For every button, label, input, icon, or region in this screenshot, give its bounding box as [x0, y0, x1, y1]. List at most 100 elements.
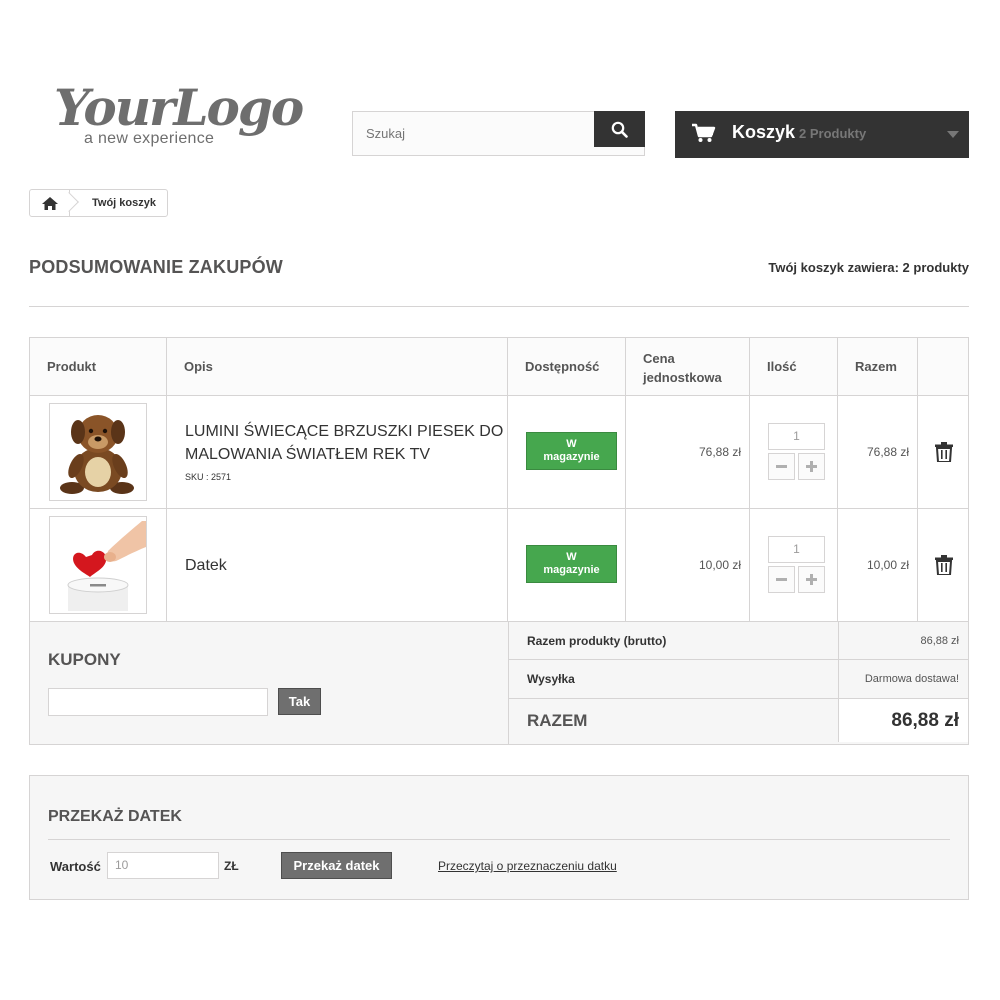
- totals-shipping-row: Wysyłka Darmowa dostawa!: [509, 660, 968, 699]
- in-stock-line2: magazynie: [543, 451, 600, 463]
- product-name-link[interactable]: Datek: [185, 554, 227, 577]
- product-cell: [30, 509, 167, 621]
- in-stock-badge: W magazynie: [526, 432, 617, 470]
- description-cell: Datek: [167, 509, 508, 621]
- totals-grand-label: RAZEM: [509, 699, 839, 742]
- trash-icon[interactable]: [935, 555, 953, 575]
- header-total: Razem: [838, 338, 918, 395]
- page-title: PODSUMOWANIE ZAKUPÓW: [29, 257, 283, 277]
- minus-icon: [776, 465, 787, 468]
- donation-image: [67, 521, 146, 611]
- product-name-link[interactable]: LUMINI ŚWIECĄCE BRZUSZKI PIESEK DO MALOW…: [185, 420, 503, 466]
- donate-button[interactable]: Przekaż datek: [281, 852, 392, 879]
- donation-title: PRZEKAŻ DATEK: [48, 808, 182, 825]
- breadcrumb-current: Twój koszyk: [92, 197, 156, 209]
- totals-grand-row: RAZEM 86,88 zł: [509, 699, 968, 742]
- unit-price-cell: 76,88 zł: [626, 396, 750, 508]
- shopping-cart-icon: [692, 123, 716, 142]
- product-image-donation[interactable]: [49, 516, 147, 614]
- search-icon: [611, 121, 628, 138]
- totals-products-value: 86,88 zł: [920, 634, 959, 647]
- in-stock-badge: W magazynie: [526, 545, 617, 583]
- totals-section: Razem produkty (brutto) 86,88 zł Wysyłka…: [509, 622, 968, 744]
- totals-shipping-value: Darmowa dostawa!: [864, 673, 959, 685]
- cart-footer-row: KUPONY Tak Razem produkty (brutto) 86,88…: [30, 622, 968, 744]
- donation-currency: ZŁ: [224, 859, 239, 873]
- total-cell: 76,88 zł: [838, 396, 918, 508]
- search-input[interactable]: [353, 112, 596, 155]
- donation-divider: [48, 839, 950, 840]
- plus-icon: [806, 461, 817, 472]
- donation-value-label: Wartość: [50, 859, 101, 874]
- quantity-increase-button[interactable]: [798, 453, 825, 480]
- donation-amount-input[interactable]: 10: [107, 852, 219, 879]
- header-quantity: Ilość: [750, 338, 838, 395]
- trash-icon[interactable]: [935, 442, 953, 462]
- product-name-line2: MALOWANIA ŚWIATŁEM REK TV: [185, 446, 431, 463]
- totals-products-label: Razem produkty (brutto): [509, 622, 839, 659]
- plush-dog-image: [60, 415, 134, 494]
- product-name-line1: LUMINI ŚWIECĄCE BRZUSZKI PIESEK DO: [185, 423, 504, 440]
- coupon-title: KUPONY: [48, 650, 121, 669]
- breadcrumb-home[interactable]: [30, 190, 79, 216]
- minus-icon: [776, 578, 787, 581]
- actions-cell: [918, 396, 968, 508]
- table-header-row: Produkt Opis Dostępność Cena jednostkowa…: [30, 338, 968, 396]
- description-cell: LUMINI ŚWIECĄCE BRZUSZKI PIESEK DO MALOW…: [167, 396, 508, 508]
- totals-grand-value: 86,88 zł: [839, 699, 968, 742]
- quantity-input[interactable]: 1: [768, 423, 825, 450]
- header-actions: [918, 338, 968, 395]
- in-stock-line2: magazynie: [543, 564, 600, 576]
- header-availability: Dostępność: [508, 338, 626, 395]
- availability-cell: W magazynie: [508, 396, 626, 508]
- search-button[interactable]: [594, 111, 645, 147]
- header-unit-price: Cena jednostkowa: [626, 338, 750, 395]
- heading-divider: [29, 306, 969, 307]
- totals-shipping-label: Wysyłka: [509, 660, 839, 698]
- quantity-cell: 1: [750, 509, 838, 621]
- line-total: 76,88 zł: [866, 445, 909, 459]
- cart-count: 2 Produkty: [799, 126, 867, 141]
- totals-products-row: Razem produkty (brutto) 86,88 zł: [509, 622, 968, 660]
- product-cell: [30, 396, 167, 508]
- coupon-code-input[interactable]: [48, 688, 268, 716]
- cart-summary-text: Twój koszyk zawiera: 2 produkty: [768, 260, 969, 275]
- header-product: Produkt: [30, 338, 167, 395]
- quantity-cell: 1: [750, 396, 838, 508]
- total-cell: 10,00 zł: [838, 509, 918, 621]
- product-image-plush-dog[interactable]: [49, 403, 147, 501]
- cart-title: Koszyk: [732, 122, 796, 142]
- unit-price-cell: 10,00 zł: [626, 509, 750, 621]
- logo-text: YourLogo: [54, 78, 304, 137]
- in-stock-line1: W: [566, 551, 577, 563]
- donation-info-link[interactable]: Przeczytaj o przeznaczeniu datku: [438, 859, 617, 873]
- quantity-decrease-button[interactable]: [768, 453, 795, 480]
- cart-table: Produkt Opis Dostępność Cena jednostkowa…: [29, 337, 969, 745]
- quantity-input[interactable]: 1: [768, 536, 825, 563]
- table-row: Datek W magazynie 10,00 zł 1 10,00 zł: [30, 509, 968, 622]
- unit-price: 76,88 zł: [698, 445, 741, 459]
- header-description: Opis: [167, 338, 508, 395]
- unit-price: 10,00 zł: [698, 558, 741, 572]
- logo-tagline: a new experience: [84, 130, 215, 147]
- actions-cell: [918, 509, 968, 621]
- coupon-apply-button[interactable]: Tak: [278, 688, 321, 715]
- cart-button[interactable]: Koszyk 2 Produkty: [675, 111, 969, 158]
- header-unit-price-line1: Cena: [643, 351, 675, 366]
- plus-icon: [806, 574, 817, 585]
- quantity-decrease-button[interactable]: [768, 566, 795, 593]
- donation-section: PRZEKAŻ DATEK Wartość 10 ZŁ Przekaż date…: [29, 775, 969, 900]
- line-total: 10,00 zł: [866, 558, 909, 572]
- product-sku: SKU : 2571: [185, 472, 232, 482]
- header-unit-price-line2: jednostkowa: [643, 370, 722, 385]
- quantity-increase-button[interactable]: [798, 566, 825, 593]
- search-bar: [352, 111, 645, 156]
- home-icon: [41, 196, 58, 210]
- in-stock-line1: W: [566, 438, 577, 450]
- site-logo[interactable]: YourLogo a new experience: [50, 78, 304, 158]
- chevron-down-icon[interactable]: [947, 131, 959, 138]
- breadcrumb: Twój koszyk: [29, 189, 168, 217]
- coupon-section: KUPONY Tak: [30, 622, 509, 744]
- table-row: LUMINI ŚWIECĄCE BRZUSZKI PIESEK DO MALOW…: [30, 396, 968, 509]
- availability-cell: W magazynie: [508, 509, 626, 621]
